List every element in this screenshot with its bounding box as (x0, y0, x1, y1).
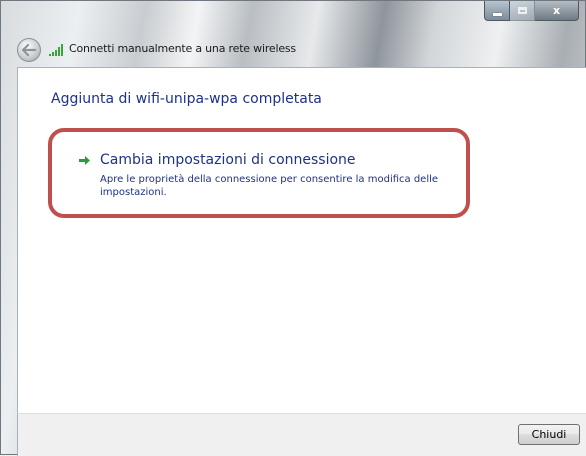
minimize-icon (492, 12, 502, 16)
back-button[interactable] (17, 38, 41, 62)
minimize-button[interactable] (484, 1, 510, 21)
page-heading: Aggiunta di wifi-unipa-wpa completata (51, 91, 322, 107)
title-bar: x Connetti manualmente a una rete wirele… (1, 1, 585, 67)
close-icon: x (552, 4, 561, 17)
close-window-button[interactable]: x (535, 1, 579, 21)
button-bar: Chiudi (17, 413, 586, 456)
caption-buttons: x (484, 1, 579, 21)
change-settings-link[interactable]: Cambia impostazioni di connessione (100, 152, 356, 168)
content-area: Aggiunta di wifi-unipa-wpa completata Ca… (17, 67, 586, 413)
window-title: Connetti manualmente a una rete wireless (69, 42, 296, 55)
back-arrow-icon (22, 44, 36, 56)
change-settings-description: Apre le proprietà della connessione per … (100, 174, 439, 198)
wireless-signal-icon (49, 44, 63, 56)
green-arrow-icon (79, 156, 90, 165)
close-button[interactable]: Chiudi (518, 424, 580, 445)
maximize-button[interactable] (510, 1, 535, 21)
maximize-icon (517, 7, 527, 14)
dialog-window: x Connetti manualmente a una rete wirele… (0, 0, 586, 456)
